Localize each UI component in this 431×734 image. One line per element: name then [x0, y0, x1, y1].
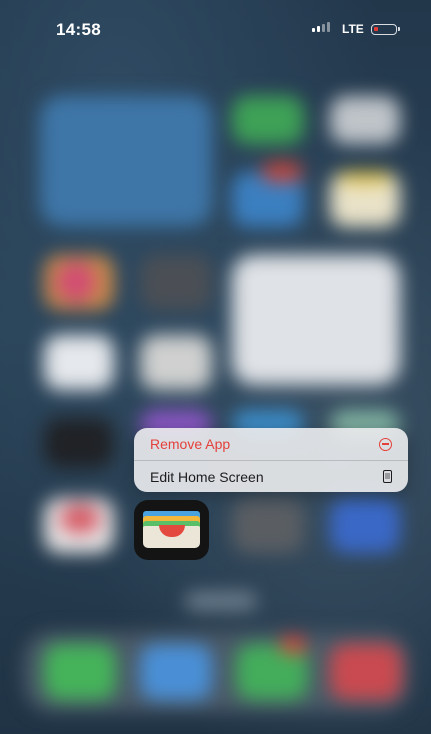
app-tile	[330, 498, 400, 553]
remove-circle-icon	[379, 437, 392, 451]
app-tile	[140, 335, 212, 390]
edit-home-screen-menu-item[interactable]: Edit Home Screen	[134, 460, 408, 492]
dock-app-tile	[44, 644, 116, 700]
battery-icon	[371, 24, 400, 35]
widget-tile	[40, 96, 212, 226]
battery-level	[374, 27, 378, 31]
widget-tile	[232, 255, 400, 385]
dock-app-tile	[140, 644, 212, 700]
remove-app-label: Remove App	[150, 436, 231, 452]
cellular-signal-icon	[312, 22, 330, 32]
edit-home-screen-label: Edit Home Screen	[150, 468, 264, 485]
app-tile	[232, 96, 304, 144]
app-context-menu: Remove App Edit Home Screen	[134, 428, 408, 492]
battery-cap	[398, 27, 400, 31]
home-screen: 14:58 LTE Remove App Edit Home Screen	[0, 0, 431, 734]
app-tile	[44, 335, 114, 390]
app-badge	[262, 162, 302, 182]
wallet-icon	[143, 525, 200, 548]
app-tile	[232, 498, 304, 553]
app-tile	[60, 505, 100, 533]
app-tile	[56, 262, 96, 302]
network-type: LTE	[342, 22, 364, 36]
phone-screen-icon	[383, 470, 392, 483]
app-tile	[330, 96, 400, 144]
page-indicator	[185, 592, 257, 610]
wallet-app-icon[interactable]	[134, 500, 209, 560]
remove-app-menu-item[interactable]: Remove App	[134, 428, 408, 460]
blurred-home-screen	[0, 0, 431, 734]
app-tile	[140, 255, 212, 310]
app-tile	[340, 172, 390, 184]
status-time: 14:58	[56, 20, 101, 39]
dock-app-badge	[280, 636, 306, 654]
status-bar: 14:58 LTE	[0, 0, 431, 60]
dock-app-tile	[330, 644, 402, 700]
app-tile	[44, 418, 114, 468]
